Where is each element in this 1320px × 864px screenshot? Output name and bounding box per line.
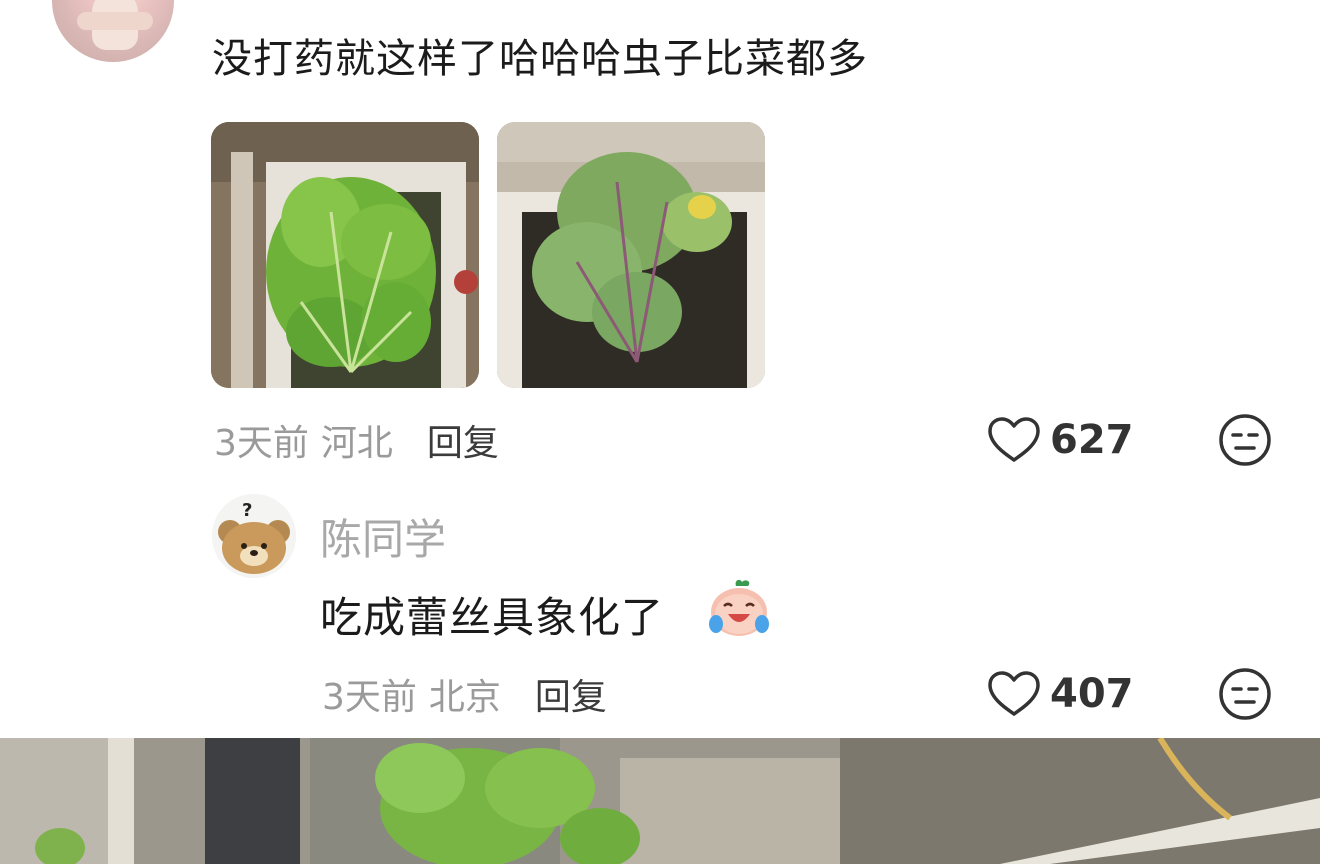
svg-text:?: ? xyxy=(242,500,252,521)
heart-outline-icon xyxy=(988,417,1040,462)
sub-like-count: 407 xyxy=(1050,671,1134,717)
neutral-face-icon xyxy=(1219,414,1271,466)
bear-avatar-icon: ? xyxy=(212,494,296,578)
like-count: 627 xyxy=(1050,417,1134,463)
sub-comment-text: 吃成蕾丝具象化了 xyxy=(320,593,665,642)
sub-comment-username[interactable]: 陈同学 xyxy=(320,506,446,567)
like-button[interactable]: 627 xyxy=(986,416,1134,464)
comment-location: 河北 xyxy=(320,423,393,464)
comment-image-2[interactable] xyxy=(497,122,765,388)
sub-comment-location: 北京 xyxy=(428,677,501,718)
dislike-button[interactable] xyxy=(1218,413,1272,471)
sub-reply-button[interactable]: 回复 xyxy=(535,677,607,718)
sub-comment-meta: 3天前 北京 回复 xyxy=(322,668,607,720)
heart-outline-icon xyxy=(988,671,1040,716)
comment-meta: 3天前 河北 回复 xyxy=(214,414,499,466)
laughing-crying-emoji-icon xyxy=(706,576,772,642)
neutral-face-icon xyxy=(1219,668,1271,720)
post-image[interactable] xyxy=(0,738,1320,864)
avatar[interactable] xyxy=(52,0,174,62)
sub-comment-time: 3天前 xyxy=(322,677,417,718)
avatar-figure-arms xyxy=(77,12,153,30)
sub-like-button[interactable]: 407 xyxy=(986,670,1134,718)
sub-comment-avatar[interactable]: ? xyxy=(212,494,296,578)
comment-image-1[interactable] xyxy=(211,122,479,388)
comment-time: 3天前 xyxy=(214,423,309,464)
reply-button[interactable]: 回复 xyxy=(427,423,499,464)
sub-dislike-button[interactable] xyxy=(1218,667,1272,725)
comment-text: 没打药就这样了哈哈哈虫子比菜都多 xyxy=(212,36,868,82)
